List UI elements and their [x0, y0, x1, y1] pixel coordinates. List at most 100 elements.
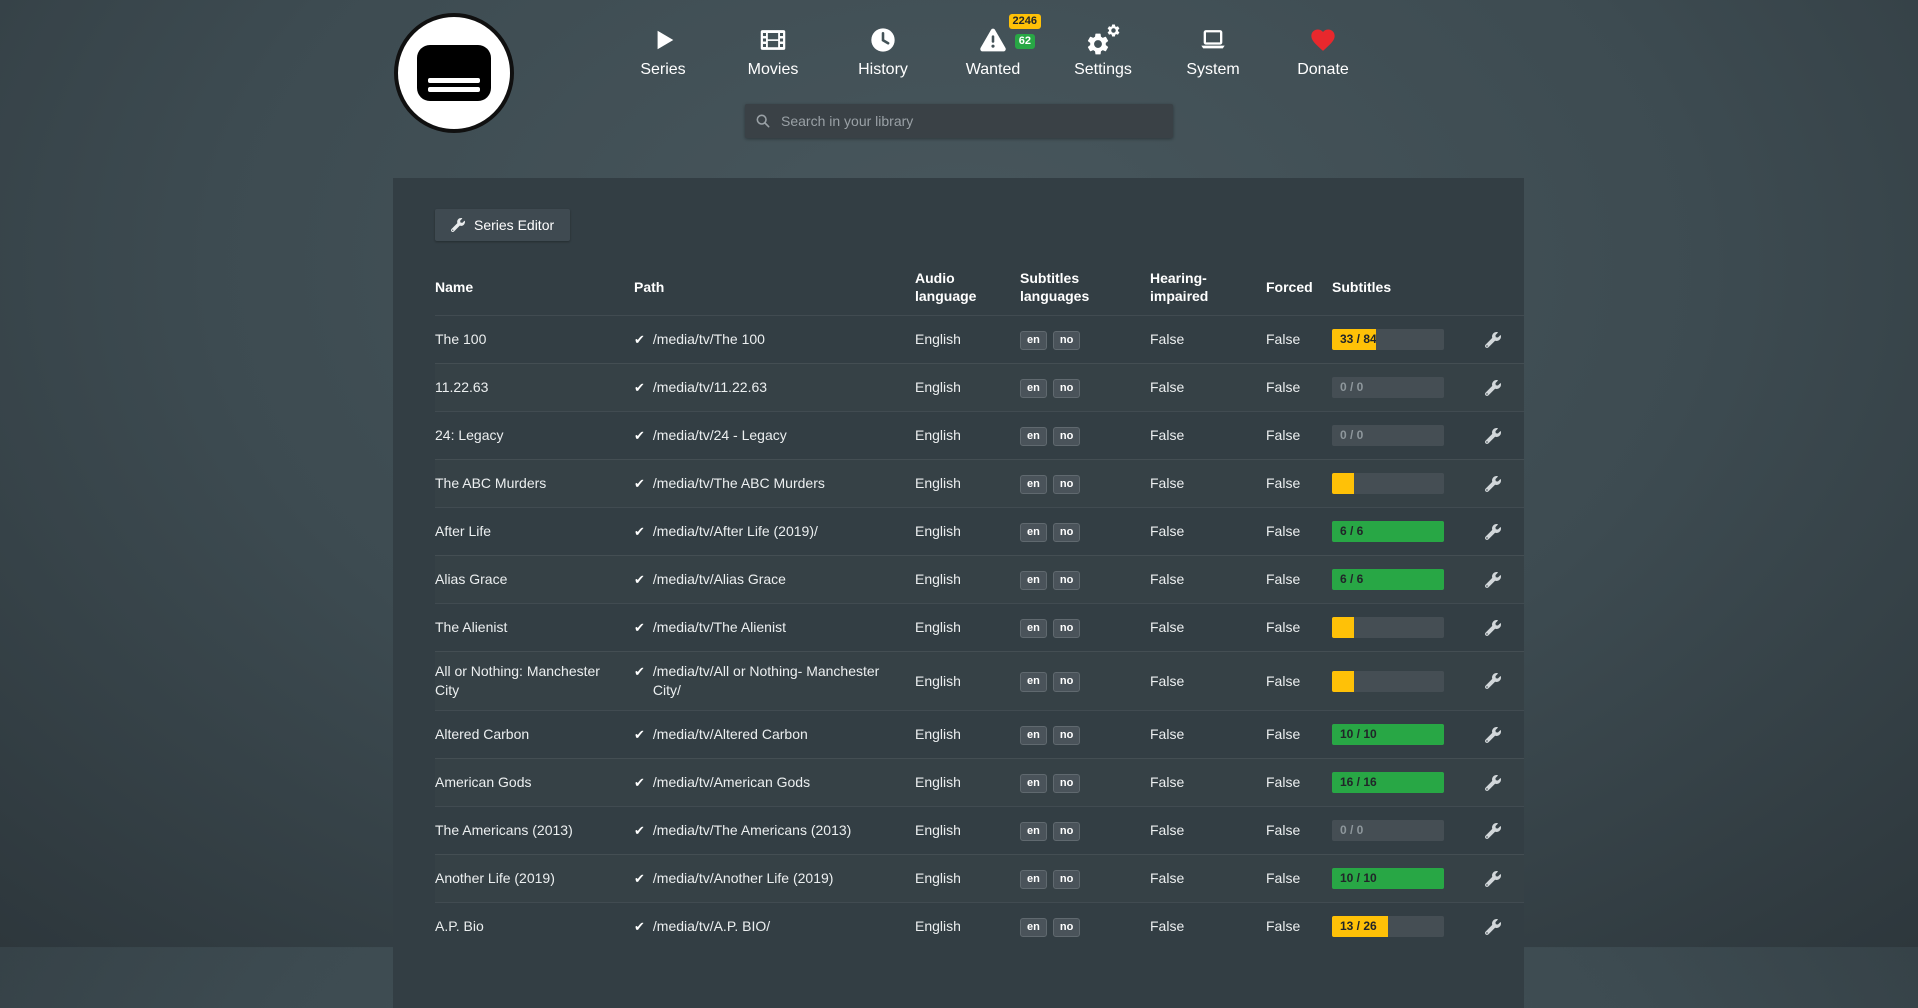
wrench-icon[interactable]	[1485, 476, 1501, 492]
wrench-icon[interactable]	[1485, 919, 1501, 935]
column-header-forced: Forced	[1266, 278, 1332, 296]
wrench-icon[interactable]	[1485, 775, 1501, 791]
hearing-impaired-value: False	[1150, 859, 1266, 898]
check-icon: ✔	[634, 378, 645, 397]
series-name[interactable]: The Americans (2013)	[435, 811, 634, 850]
series-name[interactable]: 11.22.63	[435, 368, 634, 407]
nav-label: Settings	[1065, 61, 1141, 79]
series-name[interactable]: 24: Legacy	[435, 416, 634, 455]
nav-item-movies[interactable]: Movies	[735, 22, 811, 79]
series-editor-button[interactable]: Series Editor	[435, 209, 570, 241]
series-name[interactable]: Another Life (2019)	[435, 859, 634, 898]
series-table: Name Path Audio language Subtitles langu…	[435, 269, 1524, 950]
series-name[interactable]: Alias Grace	[435, 560, 634, 599]
subtitles-languages: enno	[1020, 463, 1150, 504]
language-badge: no	[1053, 672, 1080, 691]
series-name[interactable]: The ABC Murders	[435, 464, 634, 503]
series-name[interactable]: Altered Carbon	[435, 715, 634, 754]
language-badge: en	[1020, 918, 1047, 937]
subtitles-progress: 0 / 0	[1332, 820, 1444, 841]
subtitles-languages: enno	[1020, 559, 1150, 600]
language-badge: no	[1053, 427, 1080, 446]
subtitles-progress	[1332, 617, 1444, 638]
table-row: 11.22.63 ✔ /media/tv/11.22.63 English en…	[435, 363, 1524, 411]
wrench-icon[interactable]	[1485, 428, 1501, 444]
nav-item-settings[interactable]: Settings	[1065, 22, 1141, 79]
language-badge: no	[1053, 523, 1080, 542]
hearing-impaired-value: False	[1150, 907, 1266, 946]
series-path: /media/tv/Altered Carbon	[653, 725, 808, 744]
series-name[interactable]: American Gods	[435, 763, 634, 802]
language-badge: en	[1020, 571, 1047, 590]
forced-value: False	[1266, 416, 1332, 455]
nav-item-system[interactable]: System	[1175, 22, 1251, 79]
check-icon: ✔	[634, 869, 645, 888]
subtitles-languages: enno	[1020, 762, 1150, 803]
nav-item-history[interactable]: History	[845, 22, 921, 79]
forced-value: False	[1266, 859, 1332, 898]
language-badge: en	[1020, 822, 1047, 841]
table-row: 24: Legacy ✔ /media/tv/24 - Legacy Engli…	[435, 411, 1524, 459]
nav-item-donate[interactable]: Donate	[1285, 22, 1361, 79]
hearing-impaired-value: False	[1150, 464, 1266, 503]
hearing-impaired-value: False	[1150, 811, 1266, 850]
check-icon: ✔	[634, 474, 645, 493]
wrench-icon[interactable]	[1485, 380, 1501, 396]
forced-value: False	[1266, 464, 1332, 503]
nav-item-series[interactable]: Series	[625, 22, 701, 79]
hearing-impaired-value: False	[1150, 715, 1266, 754]
audio-language: English	[915, 715, 1020, 754]
hearing-impaired-value: False	[1150, 320, 1266, 359]
wrench-icon[interactable]	[1485, 524, 1501, 540]
subtitles-languages: enno	[1020, 906, 1150, 947]
wrench-icon[interactable]	[1485, 572, 1501, 588]
wanted-count-badge-movies: 62	[1015, 34, 1035, 49]
hearing-impaired-value: False	[1150, 608, 1266, 647]
gears-icon	[1065, 22, 1141, 58]
table-row: Altered Carbon ✔ /media/tv/Altered Carbo…	[435, 710, 1524, 758]
language-badge: no	[1053, 774, 1080, 793]
subtitles-languages: enno	[1020, 607, 1150, 648]
search-input[interactable]	[779, 112, 1163, 130]
bazarr-logo[interactable]	[394, 13, 514, 133]
language-badge: en	[1020, 672, 1047, 691]
wrench-icon[interactable]	[1485, 620, 1501, 636]
audio-language: English	[915, 608, 1020, 647]
wrench-icon[interactable]	[1485, 673, 1501, 689]
wrench-icon[interactable]	[1485, 332, 1501, 348]
forced-value: False	[1266, 320, 1332, 359]
series-name[interactable]: After Life	[435, 512, 634, 551]
language-badge: en	[1020, 427, 1047, 446]
column-header-hearing: Hearing-impaired	[1150, 269, 1266, 305]
forced-value: False	[1266, 560, 1332, 599]
hearing-impaired-value: False	[1150, 662, 1266, 701]
play-icon	[625, 22, 701, 58]
language-badge: no	[1053, 918, 1080, 937]
hearing-impaired-value: False	[1150, 512, 1266, 551]
language-badge: no	[1053, 571, 1080, 590]
subtitles-progress	[1332, 473, 1444, 494]
audio-language: English	[915, 859, 1020, 898]
wrench-icon[interactable]	[1485, 727, 1501, 743]
series-name[interactable]: The Alienist	[435, 608, 634, 647]
series-name[interactable]: All or Nothing: Manchester City	[435, 652, 634, 710]
wrench-icon[interactable]	[1485, 871, 1501, 887]
subtitles-progress: 10 / 10	[1332, 724, 1444, 745]
check-icon: ✔	[634, 917, 645, 936]
language-badge: no	[1053, 619, 1080, 638]
language-badge: no	[1053, 331, 1080, 350]
subtitles-languages: enno	[1020, 367, 1150, 408]
subtitles-progress: 0 / 0	[1332, 425, 1444, 446]
wrench-icon[interactable]	[1485, 823, 1501, 839]
language-badge: en	[1020, 523, 1047, 542]
subtitles-languages: enno	[1020, 810, 1150, 851]
check-icon: ✔	[634, 773, 645, 792]
wrench-icon	[451, 218, 465, 232]
series-name[interactable]: A.P. Bio	[435, 907, 634, 946]
audio-language: English	[915, 763, 1020, 802]
series-path: /media/tv/All or Nothing- Manchester Cit…	[653, 662, 905, 700]
nav-item-wanted[interactable]: 2246 62 Wanted	[955, 22, 1031, 79]
audio-language: English	[915, 416, 1020, 455]
series-name[interactable]: The 100	[435, 320, 634, 359]
table-row: The ABC Murders ✔ /media/tv/The ABC Murd…	[435, 459, 1524, 507]
